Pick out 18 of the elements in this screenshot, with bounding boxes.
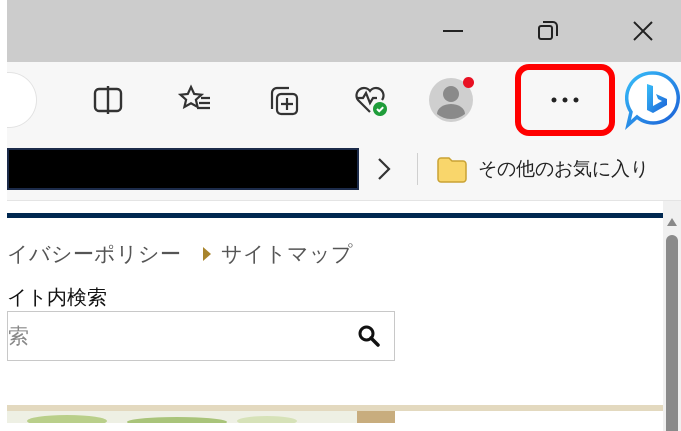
search-field[interactable]: 索 bbox=[7, 311, 395, 361]
bing-button[interactable] bbox=[624, 70, 681, 130]
split-screen-icon bbox=[92, 84, 124, 116]
other-favorites-folder[interactable]: その他のお気に入り bbox=[436, 155, 649, 183]
avatar-icon bbox=[428, 77, 474, 123]
search-label: イト内検索 bbox=[7, 284, 108, 311]
minimize-icon[interactable] bbox=[443, 29, 463, 33]
footer-link[interactable]: イバシーポリシー bbox=[7, 240, 181, 268]
restore-icon[interactable] bbox=[538, 21, 558, 41]
search-icon[interactable] bbox=[357, 324, 381, 348]
scrollbar[interactable] bbox=[663, 201, 681, 431]
folder-icon bbox=[436, 155, 468, 183]
footer-link[interactable]: サイトマップ bbox=[203, 240, 353, 268]
triangle-bullet-icon bbox=[203, 247, 211, 261]
chevron-right-icon[interactable] bbox=[377, 157, 391, 181]
more-icon bbox=[551, 97, 580, 103]
close-icon[interactable] bbox=[633, 21, 653, 41]
scroll-up-icon[interactable] bbox=[666, 217, 678, 227]
